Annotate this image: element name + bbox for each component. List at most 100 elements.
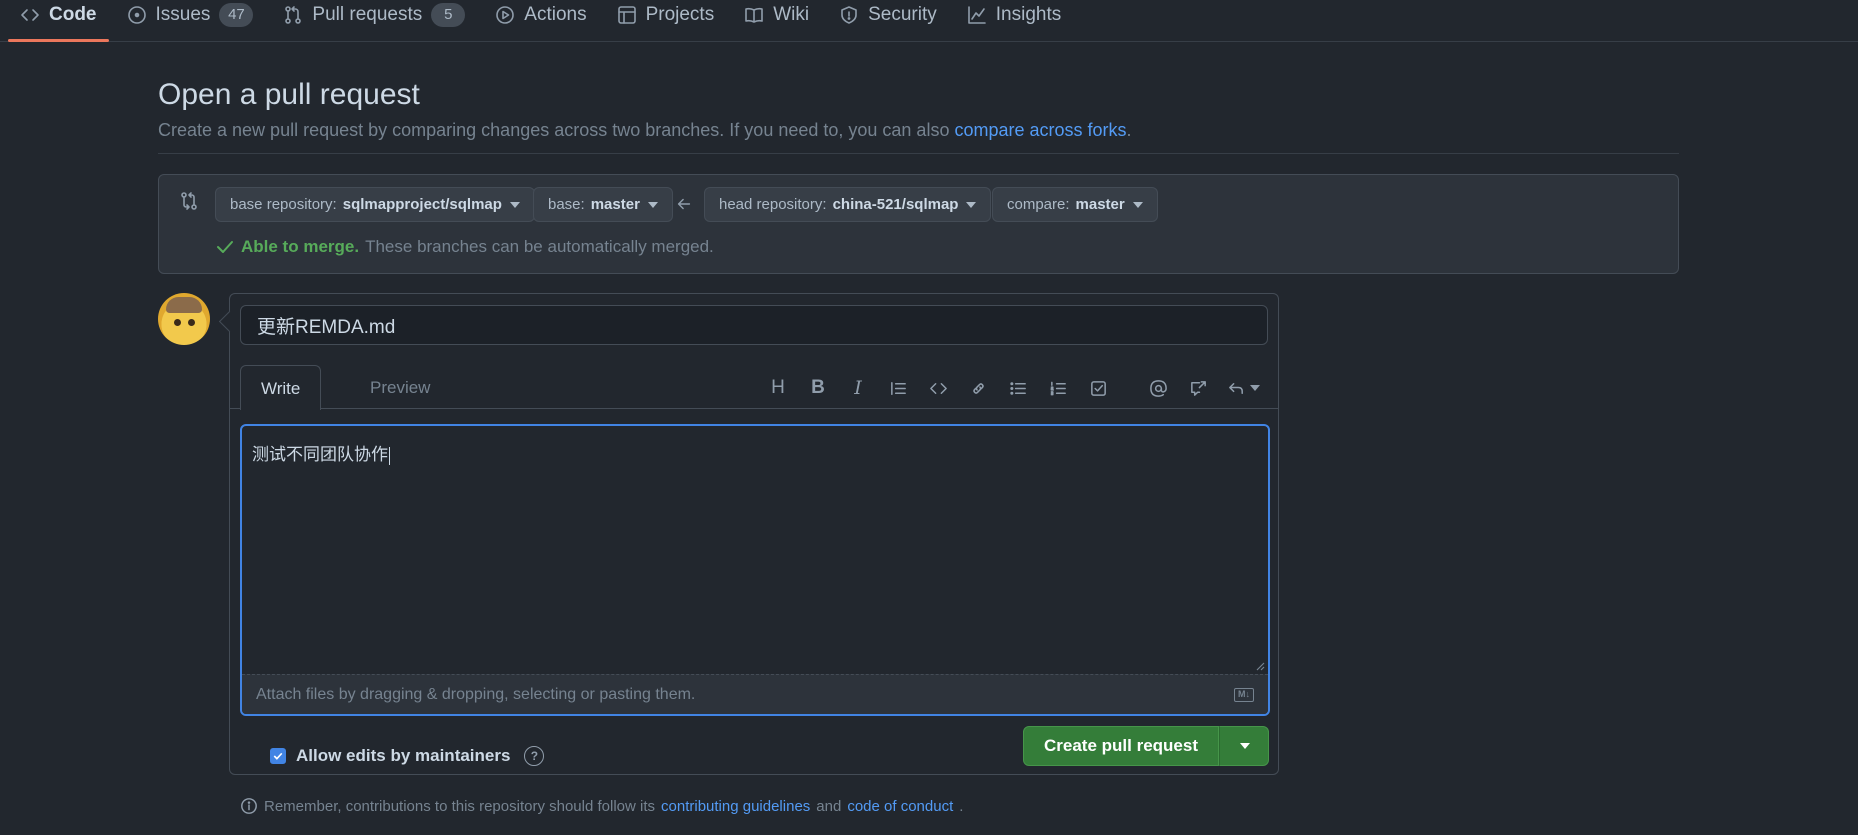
markdown-toolbar: H B I bbox=[758, 373, 1268, 403]
info-icon bbox=[241, 798, 257, 814]
merge-detail-text: These branches can be automatically merg… bbox=[365, 237, 714, 256]
tab-wiki-label: Wiki bbox=[773, 4, 810, 25]
book-icon bbox=[745, 7, 764, 23]
unordered-list-button[interactable] bbox=[998, 373, 1038, 403]
italic-button[interactable]: I bbox=[838, 373, 878, 403]
chevron-down-icon bbox=[1240, 743, 1250, 749]
play-icon bbox=[496, 6, 515, 24]
compare-branches-icon bbox=[181, 192, 197, 210]
base-branch-label: base: bbox=[548, 196, 585, 213]
base-branch-select[interactable]: base: master bbox=[533, 187, 673, 222]
resize-handle-icon[interactable] bbox=[1255, 661, 1265, 671]
unordered-list-icon bbox=[1009, 381, 1026, 395]
attach-files-bar[interactable]: Attach files by dragging & dropping, sel… bbox=[242, 674, 1268, 714]
pull-request-composer: Write Preview H B I bbox=[229, 293, 1279, 775]
tab-actions-label: Actions bbox=[524, 4, 587, 25]
contribution-note-text: Remember, contributions to this reposito… bbox=[264, 797, 656, 815]
tab-projects-label: Projects bbox=[645, 4, 715, 25]
heading-icon: H bbox=[771, 377, 785, 398]
reply-icon bbox=[1228, 382, 1243, 394]
bold-icon: B bbox=[811, 377, 825, 398]
allow-edits-label: Allow edits by maintainers bbox=[296, 746, 511, 765]
italic-icon: I bbox=[854, 377, 862, 399]
merge-ok-text: Able to merge. bbox=[241, 237, 360, 256]
repo-nav: Code Issues 47 Pull requests 5 Actions P… bbox=[0, 0, 1858, 42]
title-input[interactable] bbox=[240, 305, 1268, 345]
check-icon bbox=[273, 752, 283, 760]
contribution-note: Remember, contributions to this reposito… bbox=[240, 797, 963, 815]
quote-button[interactable] bbox=[878, 373, 918, 403]
heading-button[interactable]: H bbox=[758, 373, 798, 403]
tab-code[interactable]: Code bbox=[8, 0, 109, 42]
chevron-down-icon bbox=[647, 201, 658, 208]
tab-wiki[interactable]: Wiki bbox=[732, 0, 821, 42]
tab-issues[interactable]: Issues 47 bbox=[115, 0, 266, 42]
tab-insights-label: Insights bbox=[995, 4, 1062, 25]
cross-reference-button[interactable] bbox=[1178, 373, 1218, 403]
allow-edits-checkbox-row[interactable]: Allow edits by maintainers ? bbox=[270, 746, 545, 766]
question-icon[interactable]: ? bbox=[524, 746, 545, 766]
head-repository-label: head repository: bbox=[719, 196, 827, 213]
pull-request-icon bbox=[285, 6, 302, 24]
head-repository-select[interactable]: head repository: china-521/sqlmap bbox=[704, 187, 992, 222]
cross-reference-icon bbox=[1190, 380, 1206, 396]
link-icon bbox=[972, 382, 984, 394]
create-pull-request-group: Create pull request bbox=[1023, 726, 1269, 766]
code-icon bbox=[929, 382, 947, 394]
tab-security-label: Security bbox=[868, 4, 937, 25]
tab-actions[interactable]: Actions bbox=[483, 0, 598, 42]
and-text: and bbox=[816, 797, 842, 815]
base-repository-select[interactable]: base repository: sqlmapproject/sqlmap bbox=[215, 187, 535, 222]
comment-body-field[interactable]: 测试不同团队协作 Attach files by dragging & drop… bbox=[240, 424, 1270, 716]
check-icon bbox=[217, 241, 233, 253]
code-button[interactable] bbox=[918, 373, 958, 403]
tab-preview[interactable]: Preview bbox=[350, 365, 450, 410]
create-pull-request-button[interactable]: Create pull request bbox=[1023, 726, 1219, 766]
link-button[interactable] bbox=[958, 373, 998, 403]
issue-icon bbox=[127, 6, 146, 24]
chevron-down-icon bbox=[1249, 385, 1260, 391]
chevron-down-icon bbox=[1132, 201, 1143, 208]
contributing-guidelines-link[interactable]: contributing guidelines bbox=[661, 798, 810, 815]
allow-edits-checkbox[interactable] bbox=[270, 748, 286, 764]
undo-button[interactable] bbox=[1218, 373, 1268, 403]
chevron-down-icon bbox=[966, 201, 977, 208]
pull-requests-count-badge: 5 bbox=[431, 3, 466, 27]
tab-projects[interactable]: Projects bbox=[605, 0, 727, 42]
compare-branch-select[interactable]: compare: master bbox=[992, 187, 1158, 222]
task-list-button[interactable] bbox=[1078, 373, 1118, 403]
comment-body-text: 测试不同团队协作 bbox=[252, 445, 390, 465]
tab-write[interactable]: Write bbox=[240, 365, 322, 410]
quote-icon bbox=[890, 381, 906, 395]
mention-button[interactable] bbox=[1138, 373, 1178, 403]
base-branch-value: master bbox=[590, 196, 640, 213]
tab-issues-label: Issues bbox=[155, 4, 211, 25]
bold-button[interactable]: B bbox=[798, 373, 838, 403]
tab-security[interactable]: Security bbox=[827, 0, 949, 42]
tab-insights[interactable]: Insights bbox=[955, 0, 1073, 42]
create-options-dropdown[interactable] bbox=[1219, 726, 1269, 766]
mention-icon bbox=[1149, 379, 1167, 397]
code-of-conduct-link[interactable]: code of conduct bbox=[847, 798, 953, 815]
avatar[interactable] bbox=[158, 293, 210, 345]
editor-tabs: Write Preview H B I bbox=[230, 365, 1278, 410]
task-list-icon bbox=[1090, 380, 1106, 396]
head-repository-value: china-521/sqlmap bbox=[832, 196, 959, 213]
note-period: . bbox=[959, 797, 964, 815]
header-divider bbox=[158, 153, 1679, 154]
page-title: Open a pull request bbox=[158, 78, 420, 111]
base-repository-label: base repository: bbox=[230, 196, 337, 213]
tab-code-label: Code bbox=[49, 4, 97, 25]
base-repository-value: sqlmapproject/sqlmap bbox=[342, 196, 502, 213]
arrow-left-icon bbox=[677, 198, 691, 210]
compare-across-forks-link[interactable]: compare across forks bbox=[954, 120, 1126, 140]
compare-box: base repository: sqlmapproject/sqlmap ba… bbox=[158, 174, 1679, 274]
tab-pull-requests-label: Pull requests bbox=[312, 4, 423, 25]
compare-branch-label: compare: bbox=[1007, 196, 1070, 213]
attach-files-hint: Attach files by dragging & dropping, sel… bbox=[256, 685, 696, 703]
merge-status: Able to merge. These branches can be aut… bbox=[215, 237, 714, 257]
subtitle-period: . bbox=[1126, 120, 1132, 140]
tab-pull-requests[interactable]: Pull requests 5 bbox=[271, 0, 477, 42]
ordered-list-icon bbox=[1050, 381, 1066, 395]
ordered-list-button[interactable] bbox=[1038, 373, 1078, 403]
